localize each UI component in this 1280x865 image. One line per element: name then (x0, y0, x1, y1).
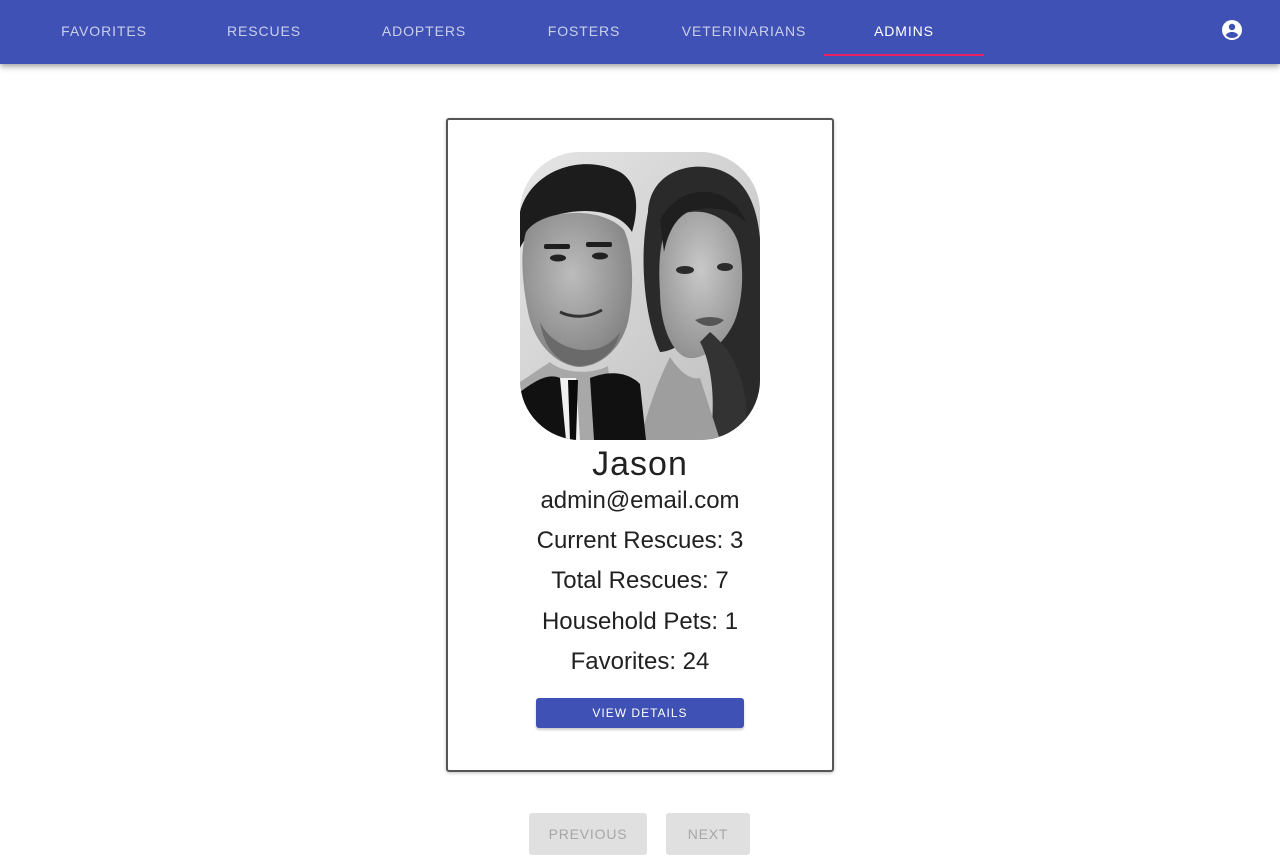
tab-label: Favorites (61, 23, 147, 39)
admin-name: Jason (592, 445, 688, 483)
previous-button[interactable]: Previous (529, 813, 647, 855)
active-tab-indicator (824, 54, 984, 56)
view-details-button[interactable]: View Details (536, 698, 744, 728)
admin-email: admin@email.com (540, 487, 740, 514)
next-label: Next (687, 826, 729, 842)
tab-fosters[interactable]: Fosters (504, 0, 664, 64)
profile-photo (520, 152, 760, 440)
previous-label: Previous (548, 826, 628, 842)
total-rescues-stat: Total Rescues: 7 (551, 567, 729, 594)
tab-label: Fosters (547, 23, 621, 39)
tab-label: Adopters (381, 23, 467, 39)
admin-profile-card: Jason admin@email.com Current Rescues: 3… (446, 118, 834, 772)
nav-tabs: Favorites Rescues Adopters Fosters Veter… (24, 0, 984, 64)
tab-adopters[interactable]: Adopters (344, 0, 504, 64)
tab-label: Rescues (227, 23, 301, 39)
account-circle-icon (1220, 18, 1244, 47)
tab-label: Veterinarians (681, 23, 807, 39)
account-button[interactable] (1212, 12, 1252, 52)
app-bar: Favorites Rescues Adopters Fosters Veter… (0, 0, 1280, 64)
next-button[interactable]: Next (666, 813, 750, 855)
tab-label: Admins (874, 23, 934, 39)
view-details-label: View Details (592, 706, 688, 720)
tab-veterinarians[interactable]: Veterinarians (664, 0, 824, 64)
tab-favorites[interactable]: Favorites (24, 0, 184, 64)
tab-rescues[interactable]: Rescues (184, 0, 344, 64)
current-rescues-stat: Current Rescues: 3 (536, 527, 744, 554)
favorites-stat: Favorites: 24 (570, 648, 710, 675)
tab-admins[interactable]: Admins (824, 0, 984, 64)
household-pets-stat: Household Pets: 1 (541, 608, 739, 635)
